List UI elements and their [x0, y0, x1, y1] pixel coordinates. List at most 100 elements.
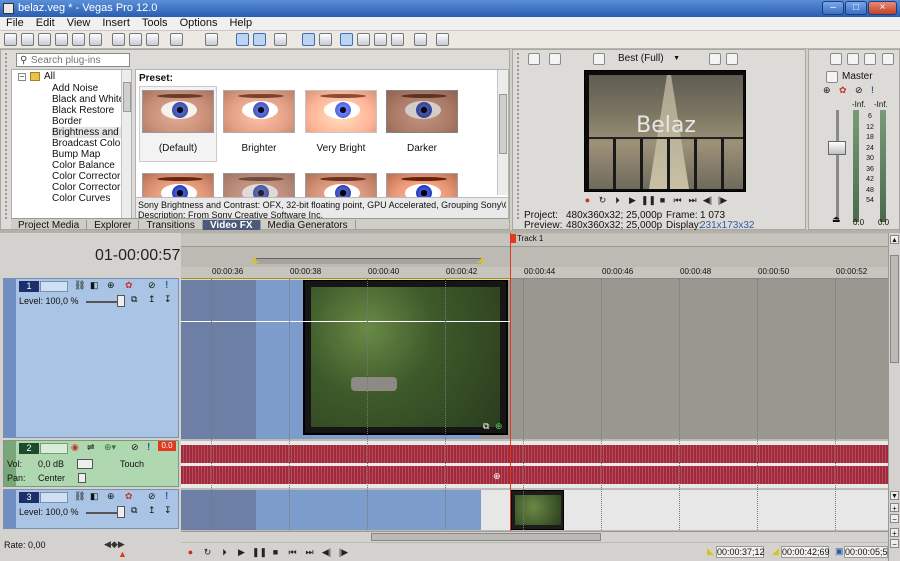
- master-properties-icon[interactable]: [826, 71, 838, 83]
- play-icon[interactable]: ▶: [626, 194, 639, 206]
- selection-tool-icon[interactable]: [374, 33, 387, 46]
- undo-icon[interactable]: [170, 33, 183, 46]
- loop-region-bar[interactable]: ◣ ◢: [181, 255, 888, 267]
- tree-item-bump-map[interactable]: Bump Map: [52, 149, 128, 160]
- preset-thumbnail-default[interactable]: [142, 90, 214, 133]
- move-up-icon[interactable]: ↥: [148, 505, 156, 516]
- event-fx-icon[interactable]: ⊕: [493, 471, 501, 482]
- lock-icon[interactable]: ⏏: [832, 214, 841, 225]
- preview-quality-select[interactable]: Best (Full) ▼: [608, 53, 680, 66]
- menu-edit[interactable]: Edit: [30, 17, 61, 30]
- menu-file[interactable]: File: [0, 17, 30, 30]
- track-motion-icon[interactable]: ⊕: [107, 280, 115, 291]
- master-fx-icon[interactable]: ✿: [839, 85, 847, 96]
- previous-frame-icon[interactable]: ◀|: [701, 194, 714, 206]
- play-from-start-icon[interactable]: ⏵: [611, 194, 624, 206]
- opacity-envelope[interactable]: [181, 321, 511, 322]
- ignore-grouping-icon[interactable]: [319, 33, 332, 46]
- pause-icon[interactable]: ❚❚: [641, 194, 656, 206]
- selection-length-value[interactable]: 00:00:05;57: [844, 546, 888, 558]
- copy-snapshot-icon[interactable]: [709, 53, 721, 65]
- save-icon[interactable]: [38, 33, 51, 46]
- zoom-tool-icon[interactable]: [391, 33, 404, 46]
- new-icon[interactable]: [4, 33, 17, 46]
- loop-end-handle-icon[interactable]: ◢: [477, 255, 483, 264]
- pan-crop-icon[interactable]: ⊕: [495, 421, 503, 432]
- external-monitor-icon[interactable]: [549, 53, 561, 65]
- menu-insert[interactable]: Insert: [96, 17, 136, 30]
- tree-item-color-balance[interactable]: Color Balance: [52, 160, 128, 171]
- tree-item-color-corrector[interactable]: Color Corrector: [52, 171, 128, 182]
- pan-slider-handle[interactable]: [78, 473, 86, 483]
- properties-icon[interactable]: [89, 33, 102, 46]
- track-fx-icon[interactable]: ⊕▾: [104, 442, 116, 453]
- stop-icon[interactable]: ■: [656, 194, 669, 206]
- pause-icon[interactable]: ❚❚: [252, 546, 267, 558]
- record-icon[interactable]: ●: [581, 194, 594, 206]
- close-button[interactable]: ×: [868, 1, 897, 15]
- solo-icon[interactable]: !: [147, 442, 150, 453]
- track-name-field[interactable]: [40, 492, 68, 503]
- go-to-end-icon[interactable]: ⏭: [303, 546, 316, 558]
- menu-options[interactable]: Options: [174, 17, 224, 30]
- next-frame-icon[interactable]: |▶: [337, 546, 350, 558]
- tree-scroll-thumb[interactable]: [123, 82, 131, 112]
- menu-view[interactable]: View: [61, 17, 97, 30]
- maximize-button[interactable]: □: [845, 1, 867, 15]
- track-lane-video-3[interactable]: [181, 490, 888, 530]
- track-name-field[interactable]: [40, 281, 68, 292]
- open-icon[interactable]: [21, 33, 34, 46]
- time-ruler[interactable]: 00:00:36 00:00:38 00:00:40 00:00:42 00:0…: [181, 267, 888, 279]
- track-name-field[interactable]: [40, 443, 68, 454]
- copy-icon[interactable]: [129, 33, 142, 46]
- track-header-video-3[interactable]: 3 ⛓ ◧ ⊕ ✿ ⊘ ! Level: 100,0 % ⧉ ↥ ↧: [3, 489, 179, 529]
- zoom-out-time-icon[interactable]: −: [890, 539, 899, 549]
- record-icon[interactable]: ●: [184, 546, 197, 558]
- search-box[interactable]: ⚲: [16, 53, 130, 67]
- dock-grip[interactable]: [517, 53, 519, 221]
- cursor-position-value[interactable]: 00:00:37;12: [716, 546, 765, 558]
- envelope-tool-icon[interactable]: [357, 33, 370, 46]
- track-lane-audio-2[interactable]: ⊕: [181, 441, 888, 488]
- solo-icon[interactable]: !: [165, 280, 168, 291]
- preset-thumbnail-darker[interactable]: [386, 90, 458, 133]
- mute-icon[interactable]: ⊘: [131, 442, 139, 453]
- event-fx-icon[interactable]: ⧉: [483, 421, 489, 432]
- menu-tools[interactable]: Tools: [136, 17, 174, 30]
- playback-rate-slider[interactable]: ◀◆▶: [104, 540, 126, 549]
- render-icon[interactable]: [72, 33, 85, 46]
- arm-record-icon[interactable]: ◉: [71, 442, 79, 453]
- level-slider-handle[interactable]: [117, 506, 125, 518]
- normal-edit-tool-icon[interactable]: [340, 33, 353, 46]
- track-fx-icon[interactable]: ✿: [125, 280, 133, 291]
- enable-snapping-icon[interactable]: [236, 33, 249, 46]
- play-icon[interactable]: ▶: [235, 546, 248, 558]
- mute-icon[interactable]: ⊘: [855, 85, 863, 96]
- tree-item-color-corrector-secondary[interactable]: Color Corrector (S: [52, 182, 128, 193]
- tree-item-color-curves[interactable]: Color Curves: [52, 193, 128, 204]
- overlays-icon[interactable]: [681, 53, 693, 65]
- ripple-edit-icon[interactable]: [274, 33, 287, 46]
- horizontal-scroll-thumb[interactable]: [371, 533, 601, 541]
- mute-icon[interactable]: ⊘: [148, 280, 156, 291]
- mixer-properties-icon[interactable]: [830, 53, 842, 65]
- move-down-icon[interactable]: ↧: [164, 505, 172, 516]
- tree-item-brightness-contrast[interactable]: Brightness and Co: [52, 127, 128, 138]
- move-down-icon[interactable]: ↧: [164, 294, 172, 305]
- cut-icon[interactable]: [112, 33, 125, 46]
- invert-phase-icon[interactable]: ⇌: [87, 442, 95, 453]
- motion-blur-icon[interactable]: ⛓: [74, 280, 85, 291]
- vertical-scroll-thumb[interactable]: [890, 255, 899, 363]
- tree-item-broadcast-colors[interactable]: Broadcast Colors: [52, 138, 128, 149]
- scroll-down-icon[interactable]: ▼: [890, 491, 899, 500]
- go-to-start-icon[interactable]: ⏮: [286, 546, 299, 558]
- dim-output-icon[interactable]: [882, 53, 894, 65]
- preset-thumbnail-very-bright[interactable]: [305, 90, 377, 133]
- vertical-scrollbar[interactable]: ▲ ▼ + − + −: [888, 233, 900, 561]
- preset-thumbnail-brighter[interactable]: [223, 90, 295, 133]
- tree-collapse-icon[interactable]: −: [18, 73, 26, 81]
- tree-item-all[interactable]: All: [44, 71, 55, 82]
- expand-icon[interactable]: ⧉: [131, 294, 137, 305]
- minimize-button[interactable]: –: [822, 1, 844, 15]
- track-motion-icon[interactable]: ⊕: [107, 491, 115, 502]
